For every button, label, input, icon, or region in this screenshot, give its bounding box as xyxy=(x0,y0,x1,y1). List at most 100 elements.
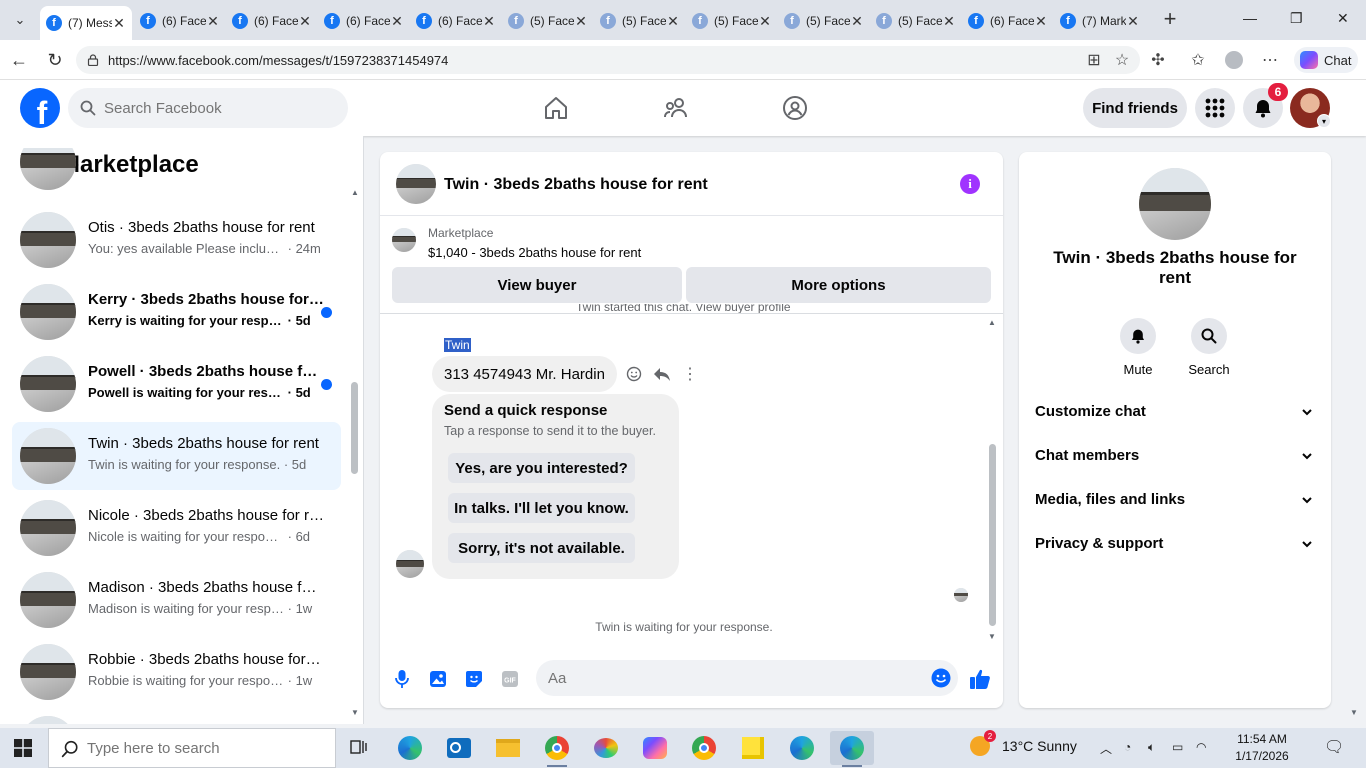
sidebar-scroll-up-icon[interactable]: ▲ xyxy=(351,188,359,197)
copilot-app-icon[interactable] xyxy=(641,734,669,762)
listing-price-title[interactable]: $1,040 - 3beds 2baths house for rent xyxy=(428,245,641,260)
profile-icon[interactable] xyxy=(1224,50,1244,70)
show-hidden-icons-chevron-up-icon[interactable]: ︿ xyxy=(1100,740,1112,757)
outlook-icon[interactable] xyxy=(445,734,473,762)
quick-response-in-talks-button[interactable]: In talks. I'll let you know. xyxy=(448,493,635,523)
menu-grid-icon[interactable] xyxy=(1195,88,1235,128)
sticker-icon[interactable] xyxy=(463,668,485,690)
sidebar-scrollbar[interactable] xyxy=(351,382,358,474)
task-view-icon[interactable] xyxy=(346,734,374,762)
tab-close-icon[interactable]: ✕ xyxy=(390,13,404,30)
file-explorer-icon[interactable] xyxy=(494,734,522,762)
app-available-icon[interactable]: ⊞ xyxy=(1084,50,1104,70)
more-menu-icon[interactable]: ⋯ xyxy=(1260,50,1280,70)
conversation-row[interactable]: Madison · 3beds 2baths house for rent Ma… xyxy=(12,566,341,634)
extensions-icon[interactable]: ✣ xyxy=(1148,50,1168,70)
site-info-icon[interactable] xyxy=(87,54,99,66)
edge-active-window-icon[interactable] xyxy=(830,731,874,765)
photo-icon[interactable] xyxy=(427,668,449,690)
more-actions-icon[interactable]: ⋮ xyxy=(680,364,700,384)
minimize-icon[interactable]: — xyxy=(1243,10,1257,26)
chat-scroll-down-icon[interactable]: ▼ xyxy=(988,632,996,641)
conversation-row[interactable]: Nicole · 3beds 2baths house for rent Nic… xyxy=(12,494,341,562)
chat-listing-avatar[interactable] xyxy=(396,164,436,204)
favorites-icon[interactable]: ✩ xyxy=(1188,50,1208,70)
browser-tab-4[interactable]: f (6) Facebook ✕ xyxy=(318,6,410,36)
chat-scroll-up-icon[interactable]: ▲ xyxy=(988,318,996,327)
tab-close-icon[interactable]: ✕ xyxy=(942,13,956,30)
tab-close-icon[interactable]: ✕ xyxy=(666,13,680,30)
network-status-icon[interactable]: ◔ xyxy=(1124,740,1131,754)
chat-members-section[interactable]: Chat members xyxy=(1019,437,1331,477)
microphone-icon[interactable] xyxy=(391,668,413,690)
browser-tab-9[interactable]: f (5) Facebook ✕ xyxy=(778,6,870,36)
tab-close-icon[interactable]: ✕ xyxy=(574,13,588,30)
edge-browser-icon[interactable] xyxy=(396,734,424,762)
browser-tab-7[interactable]: f (5) Facebook ✕ xyxy=(594,6,686,36)
message-composer[interactable] xyxy=(536,660,958,696)
favorite-star-icon[interactable]: ☆ xyxy=(1112,50,1132,70)
browser-tab-6[interactable]: f (5) Facebook ✕ xyxy=(502,6,594,36)
battery-icon[interactable]: ▭ xyxy=(1172,740,1183,754)
home-icon[interactable] xyxy=(540,92,572,124)
taskbar-search-box[interactable] xyxy=(48,728,336,768)
react-smiley-icon[interactable] xyxy=(624,364,644,384)
tab-actions-menu-icon[interactable]: ⌄ xyxy=(6,6,34,34)
browser-tab-8[interactable]: f (5) Facebook ✕ xyxy=(686,6,778,36)
privacy-support-section[interactable]: Privacy & support xyxy=(1019,525,1331,565)
tab-close-icon[interactable]: ✕ xyxy=(482,13,496,30)
facebook-logo-icon[interactable]: f xyxy=(20,88,60,128)
tab-close-icon[interactable]: ✕ xyxy=(1126,13,1140,30)
browser-tab-1[interactable]: f (7) Messenger ✕ xyxy=(40,6,132,40)
chrome-icon[interactable] xyxy=(543,734,571,762)
emoji-icon[interactable] xyxy=(931,668,951,688)
close-window-icon[interactable]: ✕ xyxy=(1337,10,1349,27)
browser-tab-10[interactable]: f (5) Facebook ✕ xyxy=(870,6,962,36)
browser-tab-12[interactable]: f (7) Marketplace ✕ xyxy=(1054,6,1146,36)
reply-icon[interactable] xyxy=(652,364,672,384)
info-listing-avatar[interactable] xyxy=(1139,168,1211,240)
more-options-button[interactable]: More options xyxy=(686,267,991,303)
find-friends-button[interactable]: Find friends xyxy=(1083,88,1187,128)
volume-icon[interactable]: 🔈︎ xyxy=(1148,740,1155,755)
windows-start-icon[interactable] xyxy=(14,739,32,757)
reload-icon[interactable]: ↻ xyxy=(44,49,66,71)
like-thumbs-up-icon[interactable] xyxy=(969,668,991,690)
quick-response-not-available-button[interactable]: Sorry, it's not available. xyxy=(448,533,635,563)
new-tab-icon[interactable]: + xyxy=(1158,8,1182,32)
tab-close-icon[interactable]: ✕ xyxy=(758,13,772,30)
page-scroll-down-icon[interactable]: ▼ xyxy=(1350,708,1358,717)
notification-center-icon[interactable]: 🗨︎ xyxy=(1324,737,1344,757)
taskbar-search-input[interactable] xyxy=(87,729,327,767)
sidebar-scroll-down-icon[interactable]: ▼ xyxy=(351,708,359,717)
tab-close-icon[interactable]: ✕ xyxy=(112,15,126,32)
browser-tab-5[interactable]: f (6) Facebook ✕ xyxy=(410,6,502,36)
browser-tab-3[interactable]: f (6) Facebook ✕ xyxy=(226,6,318,36)
wifi-icon[interactable]: ◠ xyxy=(1196,740,1206,754)
chrome-profile-icon[interactable] xyxy=(690,734,718,762)
url-field[interactable]: https://www.facebook.com/messages/t/1597… xyxy=(76,46,1140,74)
info-icon[interactable]: i xyxy=(960,174,980,194)
sticky-notes-icon[interactable] xyxy=(739,734,767,762)
message-bubble[interactable]: 313 4574943 Mr. Hardin xyxy=(432,356,617,392)
facebook-search-box[interactable] xyxy=(68,88,348,128)
taskbar-clock[interactable]: 11:54 AM 1/17/2026 xyxy=(1222,731,1302,765)
groups-icon[interactable] xyxy=(779,92,811,124)
conversation-row-active[interactable]: Twin · 3beds 2baths house for rent Twin … xyxy=(12,422,341,490)
conversation-row[interactable]: Kerry · 3beds 2baths house for rent Kerr… xyxy=(12,278,341,346)
friends-icon[interactable] xyxy=(660,92,692,124)
tab-close-icon[interactable]: ✕ xyxy=(298,13,312,30)
mute-action[interactable]: Mute xyxy=(1108,318,1168,377)
quick-response-yes-button[interactable]: Yes, are you interested? xyxy=(448,453,635,483)
edge-profile-icon[interactable] xyxy=(788,734,816,762)
tab-close-icon[interactable]: ✕ xyxy=(1034,13,1048,30)
browser-tab-11[interactable]: f (6) Facebook ✕ xyxy=(962,6,1054,36)
gif-icon[interactable]: GIF xyxy=(499,668,521,690)
weather-widget[interactable]: 2 13°C Sunny xyxy=(970,730,1077,756)
chat-scrollbar[interactable] xyxy=(989,444,996,626)
conversation-row[interactable]: Powell · 3beds 2baths house for rent Pow… xyxy=(12,350,341,418)
conversation-row-partial[interactable] xyxy=(12,148,341,196)
conversation-row[interactable]: Robbie · 3beds 2baths house for rent Rob… xyxy=(12,638,341,706)
paint-icon[interactable] xyxy=(592,734,620,762)
chat-title[interactable]: Twin · 3beds 2baths house for rent xyxy=(444,176,708,194)
